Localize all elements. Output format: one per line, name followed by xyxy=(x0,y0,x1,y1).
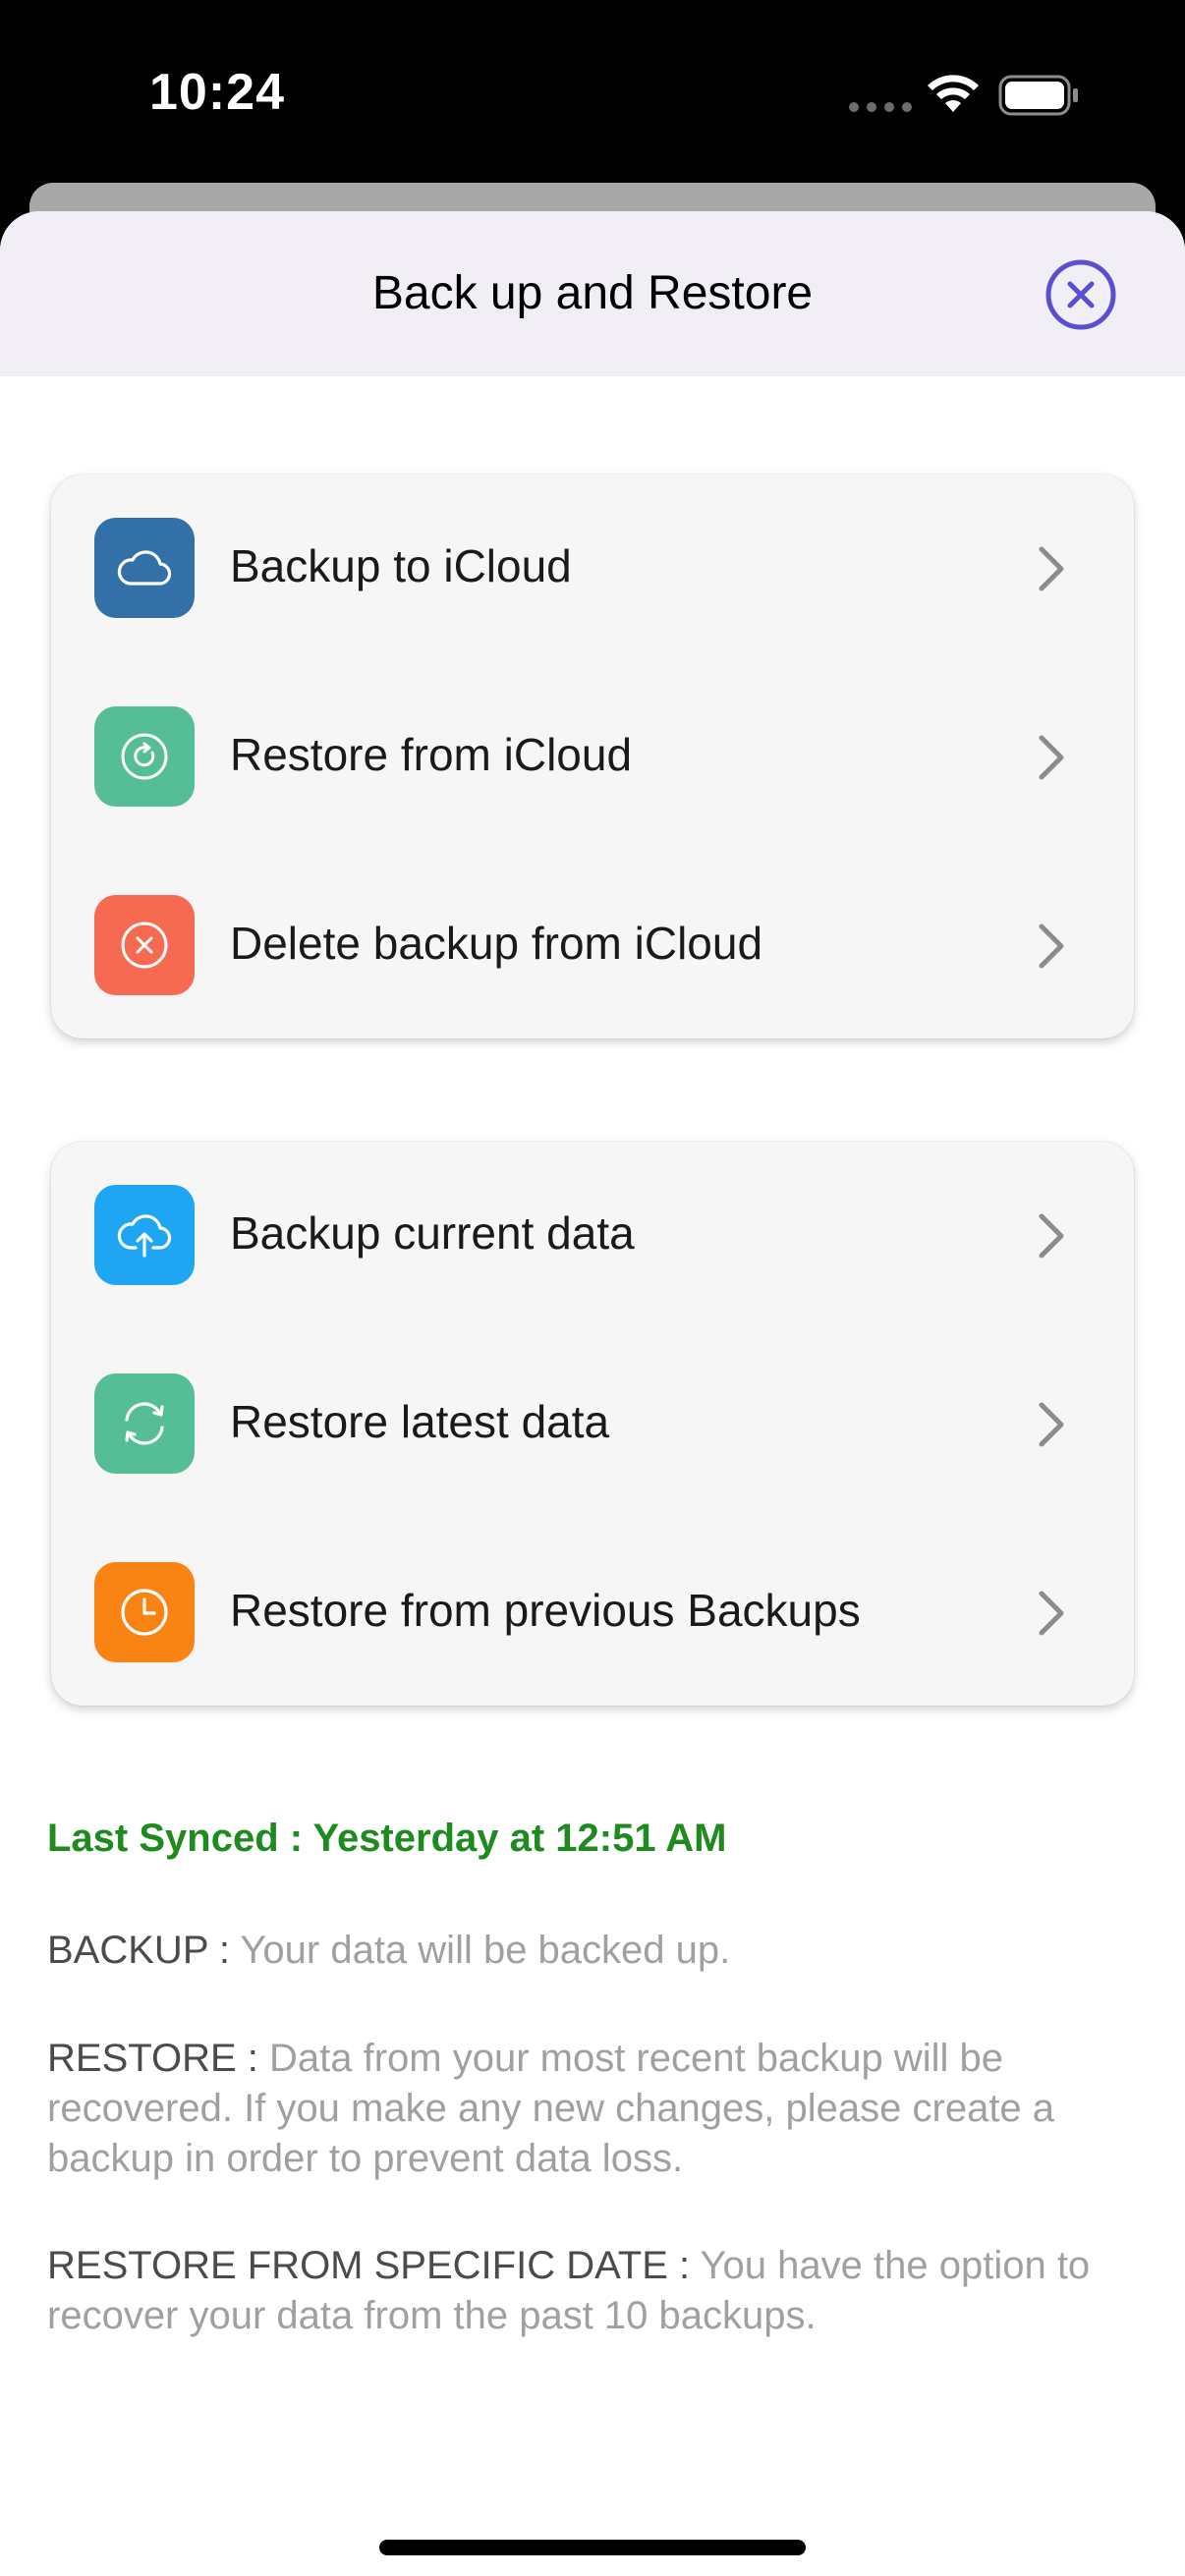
wifi-icon xyxy=(928,75,979,112)
backup-info-key: BACKUP : xyxy=(47,1929,241,1972)
backup-restore-sheet: Back up and Restore Backup to iCloud Res… xyxy=(0,211,1185,2576)
cloud-icon xyxy=(94,518,195,618)
backup-info-text: Your data will be backed up. xyxy=(240,1929,731,1972)
local-data-options-card: Backup current data Restore latest data xyxy=(51,1142,1134,1706)
restore-from-icloud-row[interactable]: Restore from iCloud xyxy=(51,663,1134,852)
row-label: Restore from iCloud xyxy=(230,729,633,780)
status-bar: 10:24 xyxy=(0,0,1185,187)
restore-info-key: RESTORE : xyxy=(47,2037,269,2080)
last-synced-status: Last Synced : Yesterday at 12:51 AM xyxy=(47,1817,727,1860)
restore-specific-date-info: RESTORE FROM SPECIFIC DATE : You have th… xyxy=(47,2241,1138,2341)
row-label: Restore latest data xyxy=(230,1396,610,1447)
clock-icon xyxy=(94,1562,195,1662)
icloud-options-card: Backup to iCloud Restore from iCloud Del… xyxy=(51,475,1134,1038)
row-label: Restore from previous Backups xyxy=(230,1585,861,1636)
chevron-right-icon xyxy=(1039,1402,1064,1447)
delete-backup-from-icloud-row[interactable]: Delete backup from iCloud xyxy=(51,852,1134,1040)
restore-latest-data-row[interactable]: Restore latest data xyxy=(51,1330,1134,1519)
cloud-upload-icon xyxy=(94,1185,195,1285)
backup-current-data-row[interactable]: Backup current data xyxy=(51,1142,1134,1330)
backup-info: BACKUP : Your data will be backed up. xyxy=(47,1926,1138,1976)
row-label: Backup current data xyxy=(230,1207,635,1259)
chevron-right-icon xyxy=(1039,1591,1064,1636)
chevron-right-icon xyxy=(1039,1213,1064,1259)
restore-circle-icon xyxy=(94,706,195,807)
page-title: Back up and Restore xyxy=(371,267,814,319)
sheet-header: Back up and Restore xyxy=(0,211,1185,376)
restore-info: RESTORE : Data from your most recent bac… xyxy=(47,2034,1138,2184)
restore-specific-date-key: RESTORE FROM SPECIFIC DATE : xyxy=(47,2244,701,2287)
battery-icon xyxy=(998,75,1078,116)
chevron-right-icon xyxy=(1039,924,1064,969)
home-indicator[interactable] xyxy=(379,2540,806,2555)
close-button[interactable] xyxy=(1044,258,1117,331)
backup-to-icloud-row[interactable]: Backup to iCloud xyxy=(51,475,1134,663)
chevron-right-icon xyxy=(1039,735,1064,780)
row-label: Delete backup from iCloud xyxy=(230,918,763,969)
chevron-right-icon xyxy=(1039,546,1064,591)
signal-dots-icon xyxy=(849,102,912,112)
status-time: 10:24 xyxy=(149,64,285,121)
delete-circle-icon xyxy=(94,895,195,995)
restore-from-previous-backups-row[interactable]: Restore from previous Backups xyxy=(51,1519,1134,1708)
sync-icon xyxy=(94,1373,195,1474)
row-label: Backup to iCloud xyxy=(230,540,572,591)
